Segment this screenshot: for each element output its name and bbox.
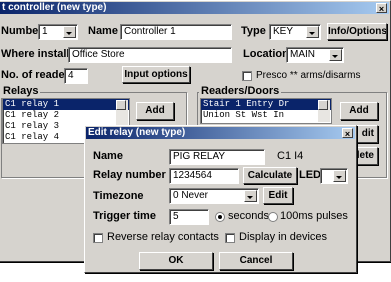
- close-icon[interactable]: ×: [342, 128, 353, 139]
- num-readers-field[interactable]: 4: [64, 68, 88, 84]
- type-label: Type: [241, 25, 266, 37]
- location-value: MAIN: [290, 49, 315, 60]
- number-value: 1: [42, 26, 48, 37]
- chevron-down-icon[interactable]: [333, 170, 346, 182]
- timezone-edit-button[interactable]: Edit: [263, 187, 293, 204]
- input-options-button[interactable]: Input options: [122, 66, 190, 83]
- relay-number-field[interactable]: 1234564: [169, 168, 239, 184]
- chevron-down-icon[interactable]: [306, 26, 319, 38]
- relay-name-label: Name: [93, 150, 123, 162]
- chevron-down-icon[interactable]: [244, 190, 257, 202]
- led-select[interactable]: [320, 168, 348, 184]
- readers-delete-button-label: lete: [356, 150, 374, 161]
- chevron-down-icon[interactable]: [329, 49, 342, 61]
- timezone-value: 0 Never: [173, 190, 209, 201]
- relay-name-suffix: C1 I4: [277, 150, 304, 162]
- seconds-radio[interactable]: [215, 212, 225, 222]
- presco-checkbox[interactable]: [242, 71, 252, 81]
- type-select[interactable]: KEY: [269, 24, 321, 40]
- info-options-button[interactable]: Info/Options: [327, 23, 387, 40]
- seconds-label: seconds: [228, 210, 269, 222]
- pulses-label: 100ms pulses: [280, 210, 348, 222]
- close-icon[interactable]: ×: [376, 3, 387, 14]
- chevron-down-icon[interactable]: [63, 26, 76, 38]
- relay-dialog-title: Edit relay (new type): [88, 127, 186, 138]
- controller-title: t controller (new type): [2, 2, 107, 13]
- list-item[interactable]: Union St Wst In: [201, 110, 331, 121]
- readers-list[interactable]: Stair 1 Entry Dr Union St Wst In: [200, 98, 332, 124]
- readers-group-label: Readers/Doors: [199, 85, 282, 98]
- display-devices-label: Display in devices: [239, 231, 328, 243]
- timezone-label: Timezone: [93, 190, 144, 202]
- location-select[interactable]: MAIN: [286, 47, 344, 63]
- name-field[interactable]: Controller 1: [120, 24, 232, 40]
- edit-relay-dialog: Edit relay (new type) × Name PIG RELAY C…: [84, 125, 357, 273]
- calculate-button[interactable]: Calculate: [243, 167, 297, 184]
- relays-group-label: Relays: [1, 85, 41, 98]
- scroll-up-icon[interactable]: [116, 100, 126, 110]
- pulses-radio[interactable]: [268, 212, 278, 222]
- name-label: Name: [88, 25, 118, 37]
- list-item[interactable]: Stair 1 Entry Dr: [201, 99, 331, 110]
- type-value: KEY: [273, 26, 294, 37]
- where-installed-field[interactable]: Office Store: [68, 47, 232, 63]
- trigger-time-label: Trigger time: [93, 210, 156, 222]
- led-label: LED: [299, 169, 321, 181]
- controller-titlebar: t controller (new type): [0, 2, 389, 14]
- presco-label: Presco ** arms/disarms: [256, 70, 361, 81]
- cancel-button[interactable]: Cancel: [219, 252, 293, 270]
- scroll-up-icon[interactable]: [318, 100, 328, 110]
- trigger-time-field[interactable]: 5: [169, 209, 209, 225]
- number-select[interactable]: 1: [38, 24, 78, 40]
- reverse-relay-checkbox[interactable]: [93, 233, 103, 243]
- relay-name-field[interactable]: PIG RELAY: [169, 149, 265, 165]
- ok-button[interactable]: OK: [139, 252, 213, 270]
- location-label: Location: [243, 48, 289, 60]
- relay-dialog-titlebar: Edit relay (new type): [86, 127, 355, 139]
- number-label: Number: [1, 25, 43, 37]
- scrollbar[interactable]: [318, 100, 330, 122]
- reverse-relay-label: Reverse relay contacts: [107, 231, 219, 243]
- list-item[interactable]: C1 relay 1: [3, 99, 129, 110]
- display-devices-checkbox[interactable]: [225, 233, 235, 243]
- list-item[interactable]: C1 relay 2: [3, 110, 129, 121]
- timezone-select[interactable]: 0 Never: [169, 188, 259, 204]
- readers-edit-button-label: dit: [361, 128, 374, 139]
- relay-number-label: Relay number: [93, 169, 166, 181]
- readers-add-button[interactable]: Add: [340, 102, 378, 120]
- relays-add-button[interactable]: Add: [136, 102, 174, 120]
